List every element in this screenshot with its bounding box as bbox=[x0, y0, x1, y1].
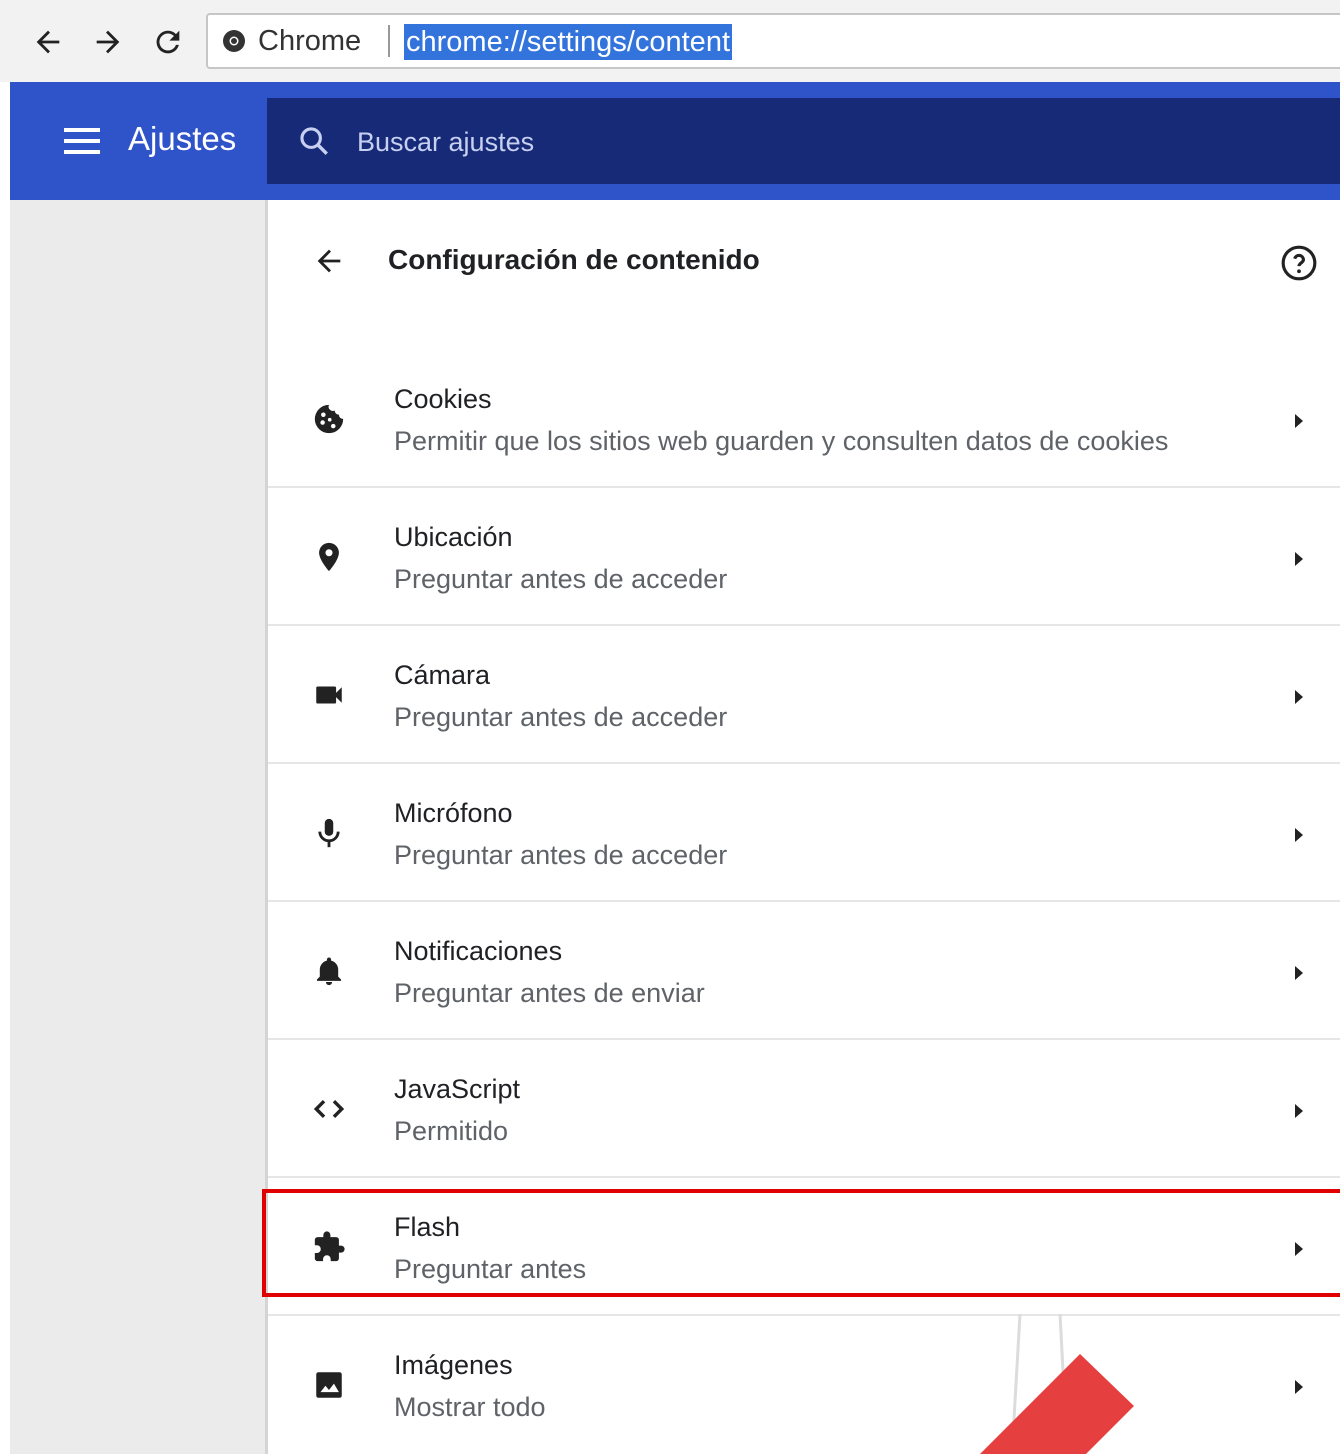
row-subtitle: Preguntar antes de acceder bbox=[394, 840, 728, 870]
site-chip[interactable]: Chrome bbox=[222, 15, 361, 67]
chevron-right-icon bbox=[1295, 414, 1303, 428]
row-title: Cookies bbox=[394, 384, 492, 414]
row-javascript[interactable]: JavaScript Permitido bbox=[268, 1040, 1340, 1178]
back-button[interactable] bbox=[26, 20, 70, 64]
row-title: Ubicación bbox=[394, 522, 513, 552]
pointer-arrow-icon bbox=[980, 1313, 1134, 1454]
cookie-icon bbox=[312, 402, 346, 436]
reload-button[interactable] bbox=[146, 20, 190, 64]
chrome-icon bbox=[223, 30, 245, 52]
menu-icon[interactable] bbox=[64, 126, 100, 156]
chevron-right-icon bbox=[1295, 690, 1303, 704]
camera-icon bbox=[312, 678, 346, 712]
app-title: Ajustes bbox=[128, 120, 237, 157]
row-location[interactable]: Ubicación Preguntar antes de acceder bbox=[268, 488, 1340, 626]
row-subtitle: Permitido bbox=[394, 1116, 509, 1146]
code-icon bbox=[312, 1092, 346, 1126]
microphone-icon bbox=[312, 816, 346, 850]
row-subtitle: Mostrar todo bbox=[394, 1392, 546, 1422]
image-icon bbox=[312, 1368, 346, 1402]
row-title: Notificaciones bbox=[394, 936, 563, 966]
help-icon[interactable] bbox=[1280, 244, 1318, 282]
site-label: Chrome bbox=[258, 24, 362, 57]
forward-button[interactable] bbox=[86, 20, 130, 64]
forward-arrow-icon bbox=[96, 30, 120, 54]
row-subtitle: Preguntar antes bbox=[394, 1254, 587, 1284]
search-bar[interactable] bbox=[267, 98, 1340, 184]
search-input[interactable] bbox=[355, 120, 1259, 164]
row-title: Cámara bbox=[394, 660, 491, 690]
chevron-right-icon bbox=[1295, 828, 1303, 842]
location-pin-icon bbox=[312, 540, 346, 574]
puzzle-icon bbox=[312, 1230, 346, 1264]
row-notifications[interactable]: Notificaciones Preguntar antes de enviar bbox=[268, 902, 1340, 1040]
row-title: Imágenes bbox=[394, 1350, 513, 1380]
row-cookies[interactable]: Cookies Permitir que los sitios web guar… bbox=[268, 350, 1340, 488]
row-subtitle: Preguntar antes de acceder bbox=[394, 564, 728, 594]
row-subtitle: Permitir que los sitios web guarden y co… bbox=[394, 426, 1169, 456]
settings-list: Cookies Permitir que los sitios web guar… bbox=[268, 350, 1340, 1454]
back-arrow-icon bbox=[36, 30, 60, 54]
bell-icon bbox=[312, 954, 346, 988]
content-settings-card: Configuración de contenido Cookies Permi… bbox=[265, 200, 1340, 1454]
chevron-right-icon bbox=[1295, 552, 1303, 566]
row-subtitle: Preguntar antes de enviar bbox=[394, 978, 705, 1008]
address-bar[interactable]: Chrome chrome://settings/content bbox=[206, 13, 1340, 69]
chevron-right-icon bbox=[1295, 1104, 1303, 1118]
settings-header: Ajustes bbox=[10, 82, 1340, 200]
row-camera[interactable]: Cámara Preguntar antes de acceder bbox=[268, 626, 1340, 764]
chip-divider bbox=[388, 25, 390, 57]
row-flash[interactable]: Flash Preguntar antes bbox=[268, 1178, 1340, 1316]
page-title: Configuración de contenido bbox=[388, 244, 760, 275]
search-icon bbox=[300, 127, 328, 155]
row-subtitle: Preguntar antes de acceder bbox=[394, 702, 728, 732]
chevron-right-icon bbox=[1295, 1242, 1303, 1256]
back-arrow-icon[interactable] bbox=[312, 244, 346, 278]
chevron-right-icon bbox=[1295, 1380, 1303, 1394]
url-text[interactable]: chrome://settings/content bbox=[404, 24, 732, 60]
row-title: JavaScript bbox=[394, 1074, 521, 1104]
row-microphone[interactable]: Micrófono Preguntar antes de acceder bbox=[268, 764, 1340, 902]
row-title: Micrófono bbox=[394, 798, 513, 828]
reload-icon bbox=[156, 30, 180, 54]
row-title: Flash bbox=[394, 1212, 461, 1242]
page-header: Configuración de contenido bbox=[268, 200, 1340, 325]
left-nav-pane bbox=[10, 200, 265, 1454]
chevron-right-icon bbox=[1295, 966, 1303, 980]
browser-toolbar: Chrome chrome://settings/content bbox=[0, 0, 1340, 82]
